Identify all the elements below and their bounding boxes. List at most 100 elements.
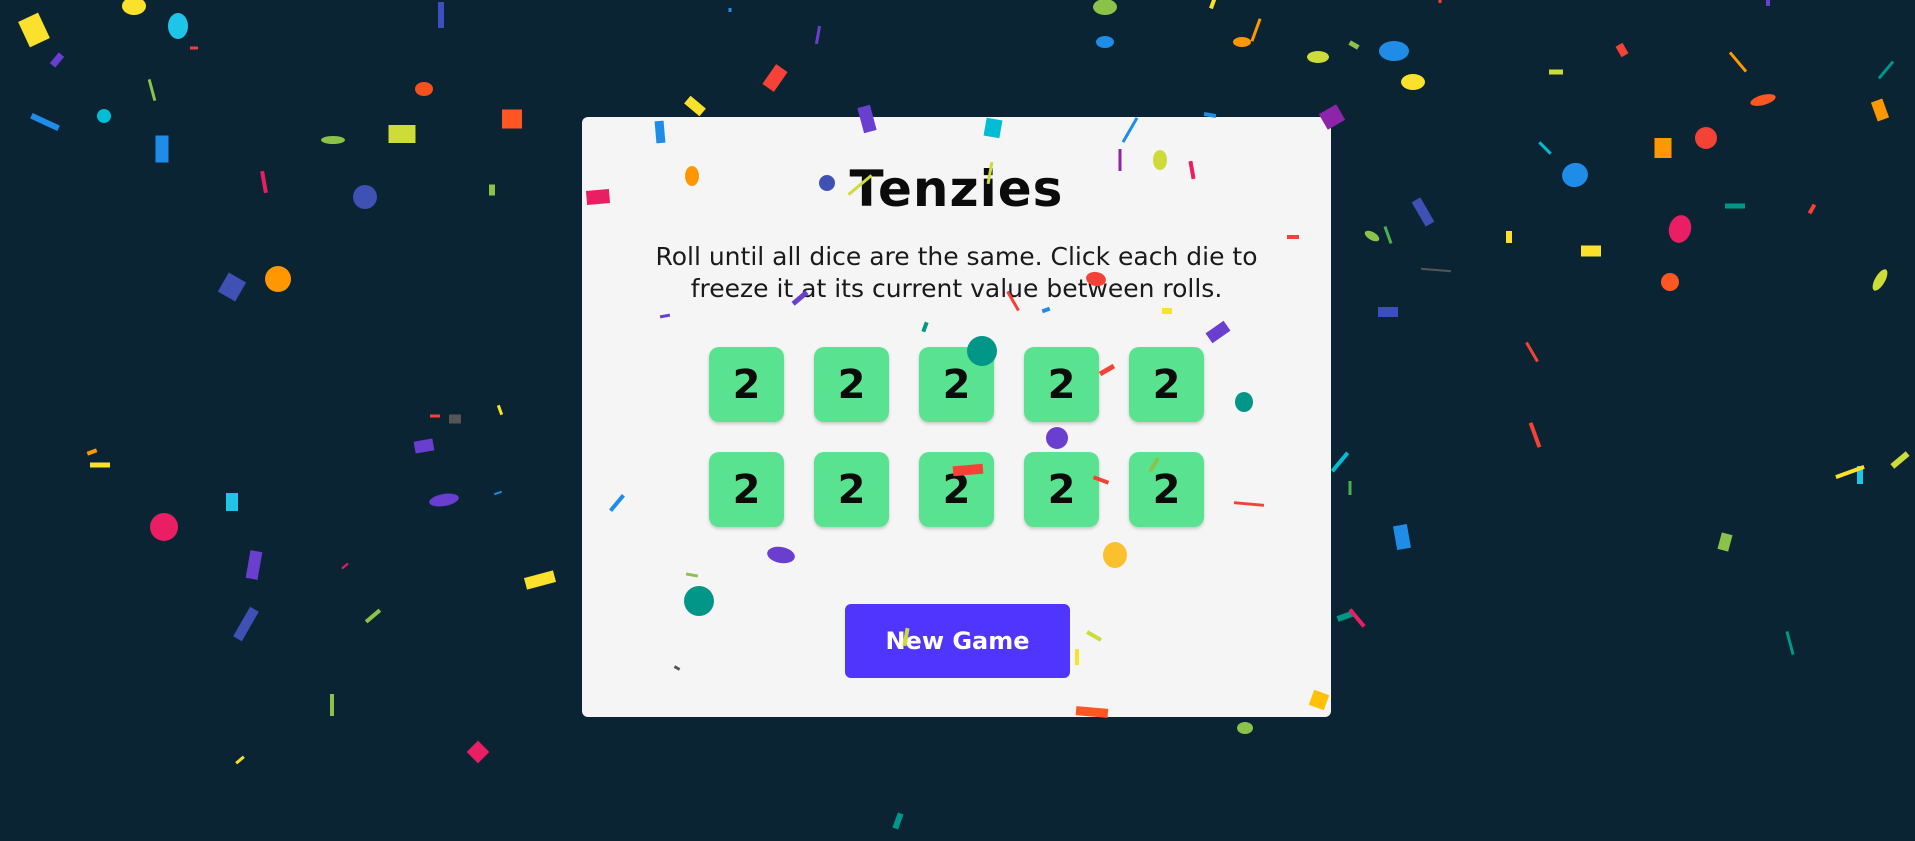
confetti-piece — [168, 13, 188, 39]
confetti-piece — [429, 493, 459, 507]
confetti-piece — [1209, 0, 1219, 10]
confetti-piece — [1695, 127, 1717, 149]
confetti-piece — [265, 266, 291, 292]
confetti-piece — [502, 109, 522, 129]
confetti-piece — [1750, 94, 1776, 106]
confetti-piece — [1336, 610, 1356, 622]
confetti-piece — [1870, 98, 1890, 122]
confetti-piece — [1528, 422, 1542, 448]
confetti-piece — [1348, 40, 1360, 50]
confetti-piece — [190, 46, 198, 50]
confetti-piece — [496, 404, 504, 416]
confetti-piece — [1378, 307, 1398, 317]
die-7[interactable]: 2 — [814, 452, 889, 527]
confetti-piece — [364, 608, 382, 624]
confetti-piece — [1654, 138, 1672, 158]
confetti-piece — [90, 462, 110, 468]
confetti-piece — [728, 8, 732, 12]
confetti-piece — [1835, 464, 1865, 480]
confetti-piece — [1096, 36, 1114, 48]
confetti-piece — [1725, 203, 1745, 209]
confetti-piece — [1877, 60, 1895, 80]
new-game-button[interactable]: New Game — [845, 604, 1070, 678]
die-8[interactable]: 2 — [919, 452, 994, 527]
die-3[interactable]: 2 — [919, 347, 994, 422]
confetti-piece — [1807, 203, 1817, 215]
die-5[interactable]: 2 — [1129, 347, 1204, 422]
confetti-piece — [1438, 0, 1442, 3]
confetti-piece — [1890, 451, 1910, 469]
confetti-piece — [1420, 267, 1452, 273]
confetti-piece — [1661, 273, 1679, 291]
confetti-piece — [1383, 226, 1393, 244]
confetti-piece — [1525, 341, 1539, 363]
confetti-piece — [155, 135, 169, 163]
confetti-piece — [1785, 631, 1795, 655]
die-10[interactable]: 2 — [1129, 452, 1204, 527]
confetti-piece — [1237, 722, 1253, 734]
confetti-piece — [1233, 37, 1251, 47]
confetti-piece — [217, 272, 247, 302]
confetti-piece — [388, 125, 416, 143]
confetti-piece — [1766, 0, 1770, 6]
die-6[interactable]: 2 — [709, 452, 784, 527]
confetti-piece — [1379, 41, 1409, 61]
confetti-piece — [226, 493, 238, 511]
confetti-piece — [245, 550, 263, 580]
confetti-piece — [1348, 481, 1352, 495]
confetti-piece — [147, 78, 157, 102]
confetti-piece — [1506, 231, 1512, 243]
confetti-piece — [353, 185, 377, 209]
confetti-piece — [1093, 0, 1117, 15]
confetti-piece — [1348, 608, 1366, 628]
confetti-piece — [489, 184, 495, 196]
confetti-piece — [415, 82, 433, 96]
confetti-piece — [1307, 51, 1329, 63]
confetti-piece — [684, 95, 706, 117]
confetti-piece — [814, 25, 822, 45]
confetti-piece — [466, 740, 490, 764]
confetti-piece — [260, 170, 268, 194]
confetti-piece — [1330, 451, 1350, 473]
dice-grid: 2 2 2 2 2 2 2 2 2 2 — [709, 347, 1204, 527]
page-title: Tenzies — [849, 160, 1064, 218]
confetti-piece — [86, 448, 98, 456]
confetti-piece — [1581, 245, 1601, 257]
confetti-piece — [892, 812, 904, 830]
confetti-piece — [1717, 532, 1733, 552]
game-card: Tenzies Roll until all dice are the same… — [582, 117, 1331, 717]
confetti-piece — [1549, 69, 1563, 75]
die-4[interactable]: 2 — [1024, 347, 1099, 422]
confetti-piece — [449, 414, 461, 424]
confetti-piece — [122, 0, 146, 15]
confetti-piece — [1250, 18, 1262, 42]
confetti-piece — [97, 109, 111, 123]
confetti-piece — [235, 755, 245, 765]
confetti-piece — [1668, 215, 1692, 243]
confetti-piece — [330, 694, 334, 716]
confetti-piece — [1857, 466, 1863, 484]
confetti-piece — [321, 136, 345, 144]
confetti-piece — [430, 414, 440, 418]
confetti-piece — [1401, 74, 1425, 90]
confetti-piece — [438, 2, 444, 28]
die-9[interactable]: 2 — [1024, 452, 1099, 527]
confetti-piece — [1872, 269, 1888, 291]
confetti-piece — [1562, 162, 1588, 188]
confetti-piece — [18, 12, 50, 48]
die-1[interactable]: 2 — [709, 347, 784, 422]
confetti-piece — [150, 513, 178, 541]
instructions-text: Roll until all dice are the same. Click … — [655, 242, 1258, 303]
confetti-piece — [523, 570, 557, 590]
confetti-piece — [30, 112, 60, 132]
confetti-piece — [762, 64, 788, 92]
die-2[interactable]: 2 — [814, 347, 889, 422]
confetti-piece — [493, 490, 503, 496]
confetti-piece — [49, 52, 65, 68]
confetti-piece — [413, 438, 435, 454]
confetti-piece — [233, 606, 259, 642]
confetti-piece — [1364, 230, 1380, 242]
confetti-piece — [1411, 197, 1435, 227]
confetti-piece — [1538, 141, 1552, 155]
confetti-piece — [341, 562, 349, 570]
